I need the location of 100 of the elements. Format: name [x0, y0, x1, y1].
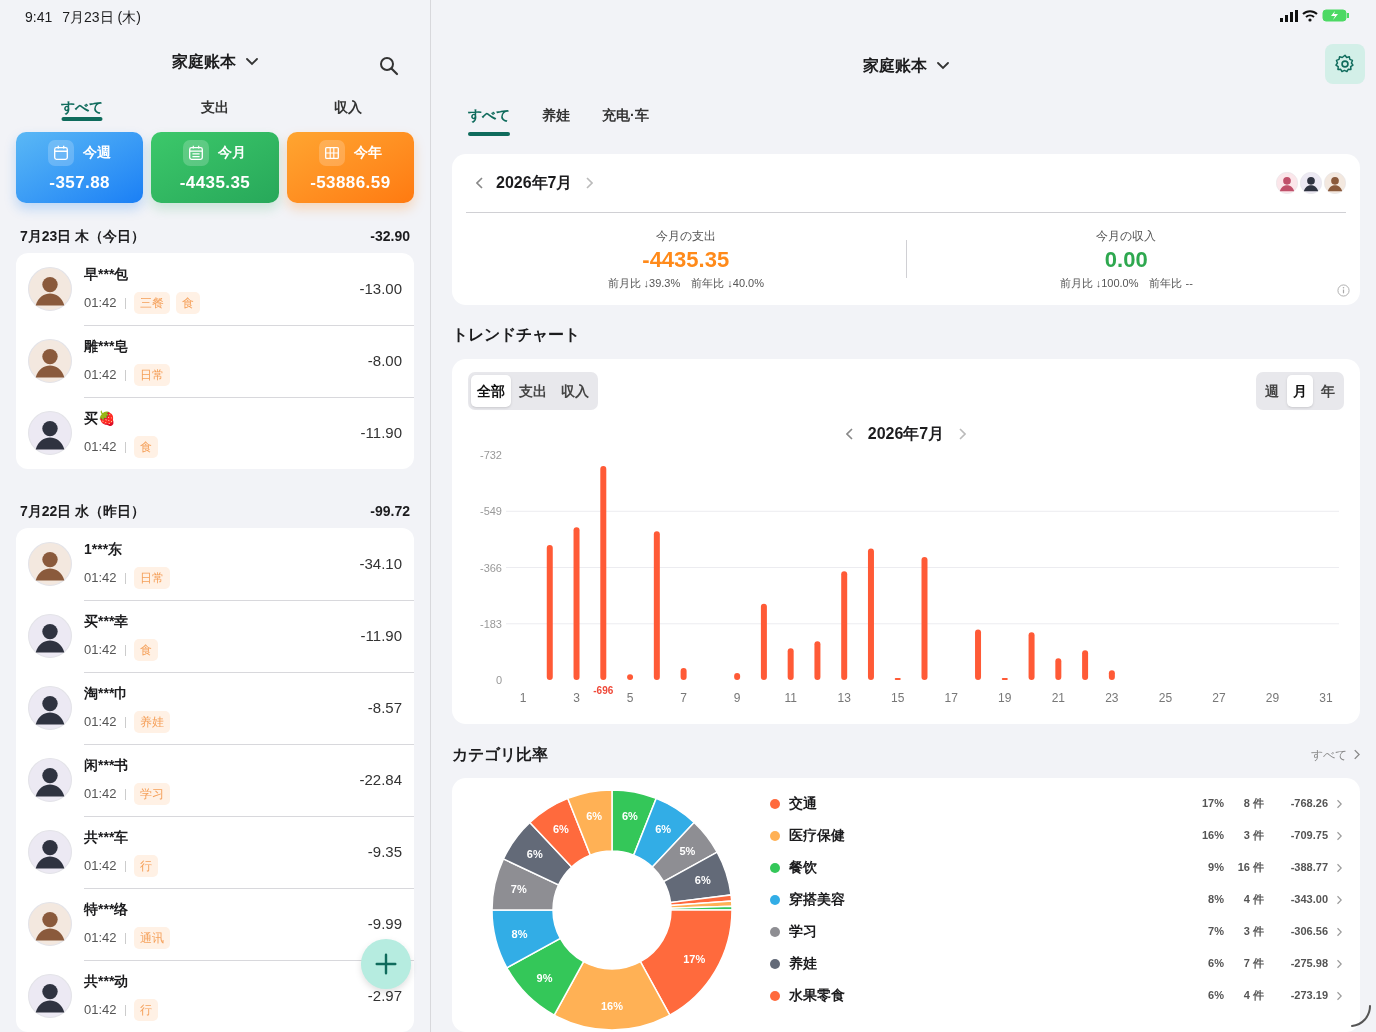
category-row[interactable]: 养娃 6% 7 件 -275.98	[770, 947, 1342, 980]
category-count: 7 件	[1242, 956, 1264, 972]
status-date: 7月23日 (木)	[62, 8, 141, 27]
bar[interactable]	[1055, 658, 1062, 680]
category-name: 餐饮	[789, 858, 817, 878]
axis-label: 13	[837, 691, 851, 705]
bar[interactable]	[627, 674, 634, 680]
donut-slice[interactable]	[491, 909, 562, 969]
chevron-right-icon[interactable]	[958, 428, 967, 440]
category-name: 水果零食	[789, 986, 845, 1006]
card-label: 今週	[83, 143, 112, 163]
segment[interactable]: 年	[1315, 375, 1341, 407]
axis-label: 21	[1051, 691, 1065, 705]
category-name: 穿搭美容	[789, 890, 845, 910]
bar[interactable]	[1108, 670, 1115, 680]
tab[interactable]: すべて	[468, 93, 510, 138]
ledger-selector[interactable]: 家庭账本	[863, 53, 949, 78]
tag: 食	[175, 292, 200, 314]
donut-slice[interactable]	[567, 789, 613, 856]
bar[interactable]	[653, 531, 660, 680]
donut-slice[interactable]	[491, 857, 560, 911]
category-row[interactable]: 穿搭美容 8% 4 件 -343.00	[770, 883, 1342, 916]
tab[interactable]: 养娃	[542, 93, 570, 138]
bar[interactable]	[600, 466, 607, 680]
bar-value-label: -696	[593, 685, 614, 696]
tag: 通讯	[133, 927, 170, 949]
info-icon[interactable]	[1337, 284, 1350, 297]
category-amount: -273.19	[1289, 988, 1328, 1004]
transaction-name: 买🍓	[84, 409, 116, 428]
avatar-icon	[28, 686, 72, 730]
transaction-name: 买***幸	[84, 612, 130, 631]
bar[interactable]	[867, 548, 874, 680]
bar[interactable]	[680, 668, 687, 680]
chevron-right-icon[interactable]	[584, 177, 593, 189]
category-amount: -275.98	[1289, 956, 1328, 972]
segment[interactable]: 月	[1287, 375, 1313, 407]
tab[interactable]: 支出	[148, 90, 282, 124]
category-row[interactable]: 医疗保健 16% 3 件 -709.75	[770, 819, 1342, 852]
category-amount: -388.77	[1289, 860, 1328, 876]
bar[interactable]	[787, 648, 794, 680]
transaction-name: 雕***皂	[84, 337, 130, 356]
category-name: 交通	[789, 794, 817, 814]
bar[interactable]	[841, 571, 848, 680]
bar[interactable]	[1082, 650, 1089, 680]
slice-label: 8%	[511, 927, 528, 940]
donut-slice[interactable]	[502, 821, 573, 886]
chevron-right-icon	[1336, 862, 1342, 873]
transaction-time: 01:42	[84, 857, 117, 876]
ledger-selector[interactable]: 家庭账本	[172, 50, 258, 75]
bar[interactable]	[546, 545, 553, 680]
avatar-icon	[28, 830, 72, 874]
category-row[interactable]: 交通 17% 8 件 -768.26	[770, 787, 1342, 820]
tab[interactable]: 収入	[281, 90, 414, 124]
slice-label: 6%	[586, 809, 603, 822]
comparison-text: 前月比 ↓39.3% 前年比 ↓40.0%	[607, 275, 764, 291]
bar[interactable]	[573, 527, 580, 680]
axis-label: 9	[733, 691, 741, 705]
category-percent: 17%	[1200, 796, 1224, 812]
stat-label: 今月の支出	[655, 227, 716, 245]
axis-label: 19	[998, 691, 1012, 705]
bar[interactable]	[814, 641, 821, 680]
search-icon[interactable]	[379, 56, 399, 76]
transaction-name: 淘***巾	[84, 684, 130, 703]
bar[interactable]	[760, 603, 767, 680]
category-row[interactable]: 学习 7% 3 件 -306.56	[770, 915, 1342, 948]
bar[interactable]	[921, 557, 928, 680]
settings-icon	[1334, 53, 1356, 75]
bar[interactable]	[734, 672, 741, 680]
donut-slice[interactable]	[651, 821, 718, 883]
add-button[interactable]	[360, 938, 412, 990]
transaction-name: 早***包	[84, 265, 130, 284]
tab[interactable]: 充电·车	[602, 93, 649, 138]
axis-label: 27	[1212, 691, 1226, 705]
donut-slice[interactable]	[553, 960, 671, 1031]
chevron-left-icon[interactable]	[845, 428, 854, 440]
axis-label: 0	[495, 674, 502, 686]
spinner-icon	[1348, 1004, 1372, 1028]
slice-label: 6%	[526, 847, 543, 860]
tag: 日常	[133, 364, 170, 386]
segment[interactable]: 支出	[513, 375, 553, 407]
avatar-icon	[1300, 172, 1322, 194]
avatar-icon	[28, 339, 72, 383]
category-percent: 6%	[1207, 956, 1224, 972]
status-time: 9:41	[25, 8, 53, 27]
segment[interactable]: 週	[1259, 375, 1285, 407]
chevron-left-icon[interactable]	[476, 177, 484, 189]
tab[interactable]: すべて	[16, 90, 149, 124]
category-row[interactable]: 餐饮 9% 16 件 -388.77	[770, 851, 1342, 884]
card-amount: -4435.35	[179, 171, 251, 194]
axis-label: 7	[680, 691, 687, 705]
axis-label: -183	[479, 617, 502, 630]
bar[interactable]	[975, 629, 982, 680]
settings-button[interactable]	[1325, 44, 1365, 84]
donut-slice[interactable]	[639, 909, 733, 1016]
segment[interactable]: 収入	[555, 375, 595, 407]
segment[interactable]: 全部	[471, 375, 511, 407]
category-row[interactable]: 水果零食 6% 4 件 -273.19	[770, 979, 1342, 1012]
transaction-amount: -34.10	[359, 553, 402, 574]
donut-slice[interactable]	[506, 937, 585, 1016]
bar[interactable]	[1028, 632, 1035, 680]
